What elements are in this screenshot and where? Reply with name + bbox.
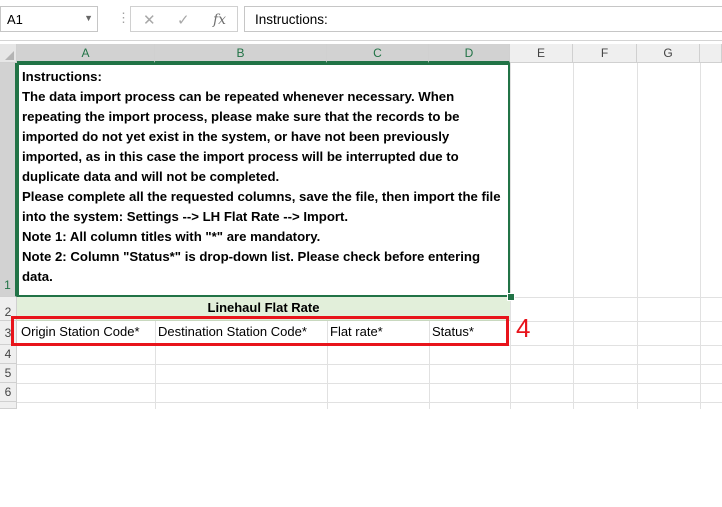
column-header-c[interactable]: C bbox=[327, 44, 429, 63]
annotation-label: 4 bbox=[516, 313, 531, 343]
column-header-d[interactable]: D bbox=[429, 44, 510, 63]
column-header-e[interactable]: E bbox=[510, 44, 573, 63]
select-all-icon bbox=[5, 51, 14, 60]
annotation-box bbox=[11, 316, 509, 346]
insert-function-icon[interactable]: fx bbox=[213, 12, 226, 28]
formula-input[interactable]: Instructions: bbox=[244, 6, 722, 32]
row-header-1[interactable]: 1 bbox=[0, 63, 17, 297]
name-box-value: A1 bbox=[7, 12, 23, 27]
fill-handle[interactable] bbox=[507, 293, 515, 301]
table-title: Linehaul Flat Rate bbox=[207, 300, 320, 315]
more-options-icon: ⋮ bbox=[117, 10, 131, 25]
grid-line bbox=[17, 383, 722, 384]
instructions-text: Instructions: The data import process ca… bbox=[22, 69, 501, 284]
formula-buttons: ✕ ✓ fx bbox=[130, 6, 238, 32]
grid-line bbox=[573, 63, 574, 409]
column-header-a[interactable]: A bbox=[17, 44, 155, 63]
cancel-icon[interactable]: ✕ bbox=[143, 11, 156, 29]
column-header-f[interactable]: F bbox=[573, 44, 637, 63]
column-header-g[interactable]: G bbox=[637, 44, 700, 63]
grid-line bbox=[510, 321, 722, 322]
grid-line bbox=[637, 63, 638, 409]
formula-value: Instructions: bbox=[255, 12, 328, 27]
grid-line bbox=[510, 63, 511, 409]
row-header-6[interactable]: 6 bbox=[0, 383, 17, 402]
grid-line bbox=[17, 364, 722, 365]
row-header-partial[interactable] bbox=[0, 402, 17, 409]
enter-icon[interactable]: ✓ bbox=[177, 11, 190, 29]
column-header-b[interactable]: B bbox=[155, 44, 327, 63]
formula-bar: A1 ▼ ⋮ ✕ ✓ fx Instructions: bbox=[0, 0, 722, 41]
chevron-down-icon[interactable]: ▼ bbox=[84, 13, 93, 23]
name-box[interactable]: A1 ▼ bbox=[0, 6, 98, 32]
grid-line bbox=[700, 63, 701, 409]
row-header-4[interactable]: 4 bbox=[0, 345, 17, 364]
cell-a1[interactable]: Instructions: The data import process ca… bbox=[17, 63, 510, 297]
select-all-button[interactable] bbox=[0, 44, 17, 63]
row-header-5[interactable]: 5 bbox=[0, 364, 17, 383]
grid-line bbox=[17, 402, 722, 403]
column-header-partial[interactable] bbox=[700, 44, 722, 63]
grid-line bbox=[510, 297, 722, 298]
